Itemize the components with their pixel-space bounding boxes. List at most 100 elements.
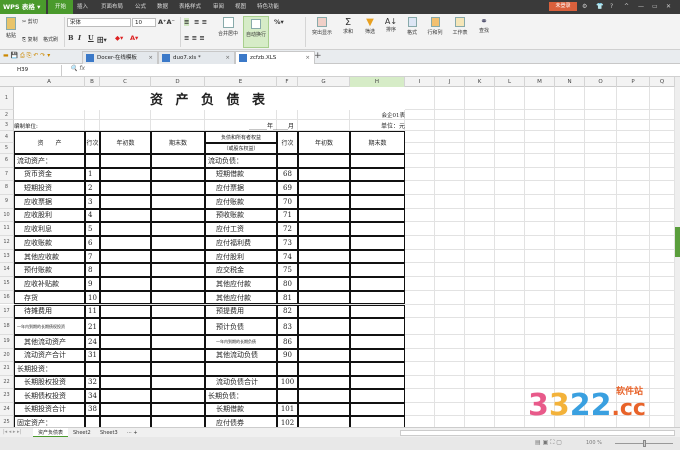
asset-end-value[interactable] [151,277,205,291]
wps-menu-button[interactable]: WPS 表格 ▾ [0,0,46,14]
fill-color-button[interactable]: ◆▾ [115,34,123,42]
sum-button[interactable]: Σ 求和 [338,17,358,35]
row-header[interactable]: 22 [0,375,14,390]
asset-line-no[interactable] [85,154,100,168]
asset-name[interactable]: 长期股权投资 [14,375,85,390]
asset-name[interactable]: 待摊费用 [14,304,85,319]
asset-end-value[interactable] [151,290,205,305]
liability-name[interactable]: 预计负债 [205,318,277,336]
asset-end-value[interactable] [151,208,205,223]
liability-name[interactable]: 短期借款 [205,167,277,182]
column-header-L[interactable]: L [495,77,525,87]
row-header[interactable]: 2 [0,110,14,120]
liability-name[interactable]: 其他应付款 [205,277,277,291]
liability-line-no[interactable]: 68 [277,167,298,182]
liability-end-value[interactable] [350,167,405,182]
font-color-button[interactable]: A▾ [130,34,138,42]
highlight-button[interactable]: 突出显示 [308,17,336,36]
column-header-Q[interactable]: Q [650,77,675,87]
column-header-D[interactable]: D [151,77,205,87]
liability-name[interactable]: 流动负债： [205,154,277,168]
column-header-O[interactable]: O [585,77,617,87]
asset-end-value[interactable] [151,167,205,182]
quick-access-toolbar[interactable]: ▬ 💾 ⎙ ⎘ ↶ ↷ ▾ [3,52,50,60]
liability-name[interactable]: 流动负债合计 [205,375,277,390]
skin-icon[interactable]: 👕 [596,0,603,14]
formula-input[interactable] [92,65,675,76]
row-header[interactable]: 16 [0,290,14,305]
asset-line-no[interactable]: 38 [85,402,100,417]
liability-end-value[interactable] [350,389,405,403]
liability-begin-value[interactable] [298,249,350,264]
asset-end-value[interactable] [151,362,205,376]
sort-button[interactable]: A↓ 排序 [381,17,401,33]
liability-line-no[interactable]: 101 [277,402,298,417]
asset-begin-value[interactable] [100,236,151,250]
liability-begin-value[interactable] [298,389,350,403]
liability-end-value[interactable] [350,304,405,319]
asset-line-no[interactable]: 2 [85,181,100,195]
menu-tab-1[interactable]: 插入 [70,0,95,14]
asset-begin-value[interactable] [100,194,151,209]
column-header-G[interactable]: G [298,77,350,87]
liability-name[interactable]: 应付福利费 [205,236,277,250]
format-button[interactable]: 格式 [402,17,422,36]
liability-end-value[interactable] [350,335,405,349]
liability-line-no[interactable]: 83 [277,318,298,336]
liability-name[interactable]: 应付工资 [205,222,277,236]
liability-name[interactable]: 应交税金 [205,263,277,278]
asset-end-value[interactable] [151,249,205,264]
filter-button[interactable]: ▼ 筛选 [360,17,380,35]
liability-name[interactable]: 长期负债： [205,389,277,403]
asset-name[interactable]: 货币资金 [14,167,85,182]
liability-name[interactable] [205,362,277,376]
liability-line-no[interactable]: 73 [277,236,298,250]
row-header[interactable]: 11 [0,222,14,236]
liability-line-no[interactable]: 74 [277,249,298,264]
scroll-thumb[interactable] [675,227,680,257]
asset-begin-value[interactable] [100,154,151,168]
liability-name[interactable]: 预收账款 [205,208,277,223]
asset-name[interactable]: 存货 [14,290,85,305]
liability-begin-value[interactable] [298,348,350,363]
horizontal-scrollbar[interactable] [400,430,675,436]
asset-name[interactable]: 长期投资： [14,362,85,376]
asset-begin-value[interactable] [100,208,151,223]
asset-line-no[interactable]: 8 [85,263,100,278]
row-header[interactable]: 7 [0,167,14,182]
liability-begin-value[interactable] [298,277,350,291]
liability-begin-value[interactable] [298,402,350,417]
liability-begin-value[interactable] [298,181,350,195]
bold-button[interactable]: B [68,34,74,42]
zoom-slider-handle[interactable] [643,440,646,447]
zoom-slider[interactable] [615,440,673,447]
column-header-A[interactable]: A [14,77,85,87]
liability-line-no[interactable]: 69 [277,181,298,195]
liability-end-value[interactable] [350,263,405,278]
currency-label[interactable]: 单位：元 [298,120,405,131]
column-header-J[interactable]: J [435,77,465,87]
liability-end-value[interactable] [350,194,405,209]
liability-end-value[interactable] [350,236,405,250]
asset-begin-value[interactable] [100,375,151,390]
doc-tab[interactable]: zcfzb.XLS × [235,51,315,64]
settings-icon[interactable]: ⚙ [582,0,587,14]
asset-line-no[interactable]: 7 [85,249,100,264]
asset-begin-value[interactable] [100,277,151,291]
liability-begin-value[interactable] [298,194,350,209]
asset-end-value[interactable] [151,335,205,349]
row-col-button[interactable]: 行和列 [423,17,447,36]
asset-end-value[interactable] [151,263,205,278]
column-header-H[interactable]: H [350,77,405,87]
liability-end-value[interactable] [350,208,405,223]
format-painter-button[interactable]: 格式刷 [43,36,58,43]
row-header[interactable]: 4 [0,131,14,143]
liability-begin-value[interactable] [298,236,350,250]
asset-name[interactable]: 长期债权投资 [14,389,85,403]
row-header[interactable]: 24 [0,402,14,417]
column-header-K[interactable]: K [465,77,495,87]
liability-line-no[interactable]: 72 [277,222,298,236]
menu-tab-2[interactable]: 页面布局 [94,0,130,14]
liability-line-no[interactable]: 90 [277,348,298,363]
close-tab-icon[interactable]: × [148,52,153,64]
